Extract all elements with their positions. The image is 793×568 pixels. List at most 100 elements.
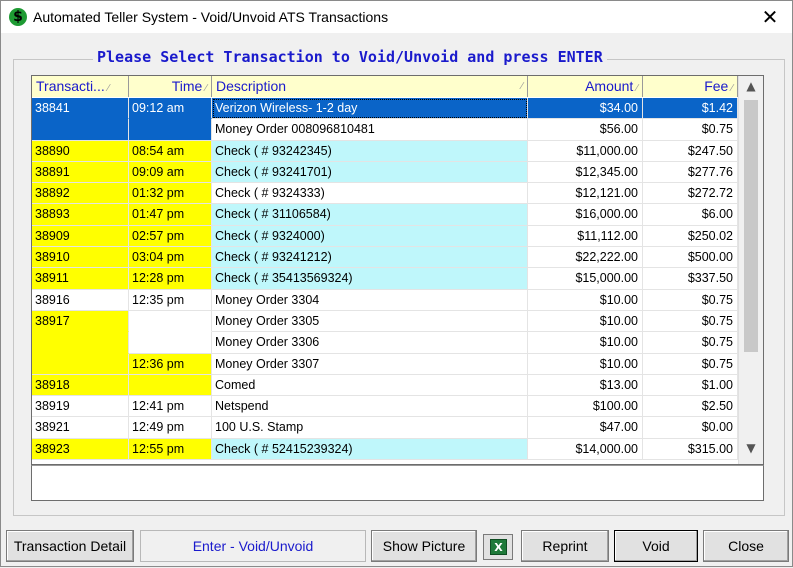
cell-amount: $10.00	[528, 289, 643, 311]
cell-description: Comed	[212, 374, 528, 397]
reprint-button[interactable]: Reprint	[521, 530, 609, 562]
cell-fee: $250.02	[643, 225, 738, 248]
scroll-down-icon[interactable]: ▼	[739, 438, 763, 458]
cell-fee: $0.75	[643, 332, 738, 354]
column-header-fee[interactable]: Fee ∕	[643, 76, 738, 97]
cell-amount: $10.00	[528, 310, 643, 333]
table-row[interactable]: 38918 Comed $13.00 $1.00	[32, 374, 738, 397]
void-button[interactable]: Void	[614, 530, 698, 562]
cell-amount: $10.00	[528, 332, 643, 354]
table-row[interactable]: 38911 12:28 pm Check ( # 35413569324) $15,0…	[32, 268, 738, 290]
table-row[interactable]: 38891 09:09 am Check ( # 93241701) $12,345.…	[32, 161, 738, 184]
cell-description: Check ( # 9324000)	[212, 225, 528, 248]
cell-time: 01:47 pm	[129, 204, 212, 226]
table-row[interactable]: 38921 12:49 pm 100 U.S. Stamp $47.00 $0.00	[32, 417, 738, 439]
export-excel-button[interactable]: X	[483, 534, 513, 560]
cell-amount: $15,000.00	[528, 268, 643, 290]
cell-transaction	[32, 353, 129, 375]
window-title: Automated Teller System - Void/Unvoid AT…	[33, 9, 389, 25]
cell-description: Money Order 3306	[212, 332, 528, 354]
cell-transaction: 38892	[32, 183, 129, 205]
cell-fee: $500.00	[643, 247, 738, 269]
close-icon[interactable]: ✕	[758, 5, 782, 29]
cell-fee: $1.00	[643, 374, 738, 397]
column-header-amount[interactable]: Amount ∕	[528, 76, 643, 97]
cell-description: Check ( # 93242345)	[212, 140, 528, 162]
cell-description: Check ( # 35413569324)	[212, 268, 528, 290]
cell-fee: $272.72	[643, 183, 738, 205]
table-row[interactable]: 38923 12:55 pm Check ( # 52415239324) $14,0…	[32, 438, 738, 461]
cell-time: 09:09 am	[129, 161, 212, 184]
cell-transaction: 38910	[32, 247, 129, 269]
cell-time: 12:35 pm	[129, 289, 212, 311]
cell-time: 08:54 am	[129, 140, 212, 162]
table-row[interactable]: 12:36 pm Money Order 3307 $10.00 $0.75	[32, 353, 738, 375]
cell-description: 100 U.S. Stamp	[212, 417, 528, 439]
table-row[interactable]: Money Order 3306 $10.00 $0.75	[32, 332, 738, 354]
cell-amount: $10.00	[528, 353, 643, 375]
cell-time: 12:41 pm	[129, 396, 212, 418]
table-row[interactable]: 38892 01:32 pm Check ( # 9324333) $12,121.0…	[32, 183, 738, 205]
cell-transaction	[32, 332, 129, 354]
cell-description: Verizon Wireless- 1-2 day	[212, 98, 528, 120]
cell-amount: $11,112.00	[528, 225, 643, 248]
cell-transaction: 38916	[32, 289, 129, 311]
cell-time: 12:55 pm	[129, 438, 212, 461]
cell-fee: $0.75	[643, 289, 738, 311]
cell-time	[129, 332, 212, 354]
detail-strip	[31, 465, 764, 501]
table-row[interactable]: 38919 12:41 pm Netspend $100.00 $2.50	[32, 396, 738, 418]
cell-description: Money Order 3305	[212, 310, 528, 333]
cell-amount: $22,222.00	[528, 247, 643, 269]
cell-transaction: 38893	[32, 204, 129, 226]
table-row[interactable]: Money Order 008096810481 $56.00 $0.75	[32, 119, 738, 141]
cell-description: Money Order 3304	[212, 289, 528, 311]
cell-amount: $12,345.00	[528, 161, 643, 184]
cell-time: 12:49 pm	[129, 417, 212, 439]
cell-transaction: 38911	[32, 268, 129, 290]
scroll-up-icon[interactable]: ▲	[739, 76, 763, 96]
column-header-transaction[interactable]: Transacti... ∕	[32, 76, 129, 97]
grid-header: Transacti... ∕ Time ∕ Description ∕ Amount ∕…	[32, 76, 763, 97]
table-row[interactable]: 38841 09:12 am Verizon Wireless- 1-2 day $3…	[32, 98, 738, 120]
cell-time: 02:57 pm	[129, 225, 212, 248]
cell-fee: $247.50	[643, 140, 738, 162]
table-row[interactable]: 38917 Money Order 3305 $10.00 $0.75	[32, 310, 738, 333]
close-button[interactable]: Close	[703, 530, 789, 562]
show-picture-button[interactable]: Show Picture	[371, 530, 477, 562]
cell-transaction: 38891	[32, 161, 129, 184]
cell-amount: $12,121.00	[528, 183, 643, 205]
column-header-description[interactable]: Description ∕	[212, 76, 528, 97]
cell-transaction: 38919	[32, 396, 129, 418]
cell-time: 03:04 pm	[129, 247, 212, 269]
table-row[interactable]: 38916 12:35 pm Money Order 3304 $10.00 $0.75	[32, 289, 738, 311]
scroll-thumb[interactable]	[744, 100, 758, 352]
title-bar: $ Automated Teller System - Void/Unvoid …	[1, 1, 792, 33]
cell-description: Check ( # 52415239324)	[212, 438, 528, 461]
table-row[interactable]: 38909 02:57 pm Check ( # 9324000) $11,112.0…	[32, 225, 738, 248]
transactions-grid: Transacti... ∕ Time ∕ Description ∕ Amount ∕…	[31, 75, 764, 465]
cell-description: Money Order 3307	[212, 353, 528, 375]
button-bar: Transaction Detail Enter - Void/Unvoid S…	[1, 525, 793, 568]
cell-fee: $0.75	[643, 119, 738, 141]
column-header-time[interactable]: Time ∕	[129, 76, 212, 97]
cell-fee: $315.00	[643, 438, 738, 461]
cell-fee: $277.76	[643, 161, 738, 184]
cell-description: Netspend	[212, 396, 528, 418]
cell-amount: $14,000.00	[528, 438, 643, 461]
cell-fee: $0.75	[643, 353, 738, 375]
cell-transaction	[32, 119, 129, 141]
cell-amount: $16,000.00	[528, 204, 643, 226]
instruction-caption: Please Select Transaction to Void/Unvoid…	[93, 48, 607, 66]
vertical-scrollbar[interactable]: ▲ ▼	[738, 76, 763, 464]
cell-time	[129, 119, 212, 141]
cell-description: Money Order 008096810481	[212, 119, 528, 141]
cell-time	[129, 374, 212, 397]
table-row[interactable]: 38910 03:04 pm Check ( # 93241212) $22,222.…	[32, 247, 738, 269]
cell-fee: $6.00	[643, 204, 738, 226]
cell-time: 12:28 pm	[129, 268, 212, 290]
transaction-detail-button[interactable]: Transaction Detail	[6, 530, 134, 562]
table-row[interactable]: 38893 01:47 pm Check ( # 31106584) $16,000.…	[32, 204, 738, 226]
cell-fee: $0.75	[643, 310, 738, 333]
table-row[interactable]: 38890 08:54 am Check ( # 93242345) $11,000.…	[32, 140, 738, 162]
